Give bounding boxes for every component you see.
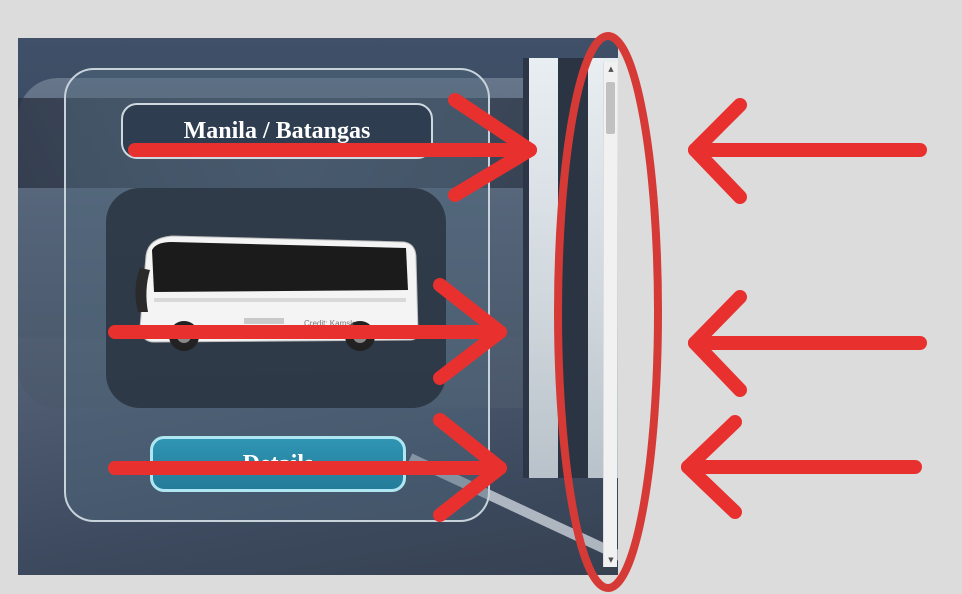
scroll-down-arrow-icon[interactable]: ▼	[604, 553, 618, 567]
route-title-text: Manila / Batangas	[183, 117, 371, 144]
bus-image: Credit: Kamsk	[135, 235, 419, 351]
left-arrow-bottom-icon	[681, 415, 922, 519]
scrollbar-thumb[interactable]	[606, 82, 615, 134]
left-arrow-top-icon	[688, 98, 927, 204]
details-button[interactable]: Details	[150, 436, 406, 492]
background-bus-door-edge	[558, 58, 588, 478]
left-arrow-middle-icon	[688, 290, 927, 397]
bus-watermark: Credit: Kamsk	[304, 319, 355, 328]
scroll-up-arrow-icon[interactable]: ▲	[604, 62, 618, 76]
bus-image-panel: Credit: Kamsk	[106, 188, 446, 408]
vertical-scrollbar[interactable]: ▲ ▼	[603, 62, 617, 567]
details-button-label: Details	[242, 451, 314, 477]
route-title: Manila / Batangas	[121, 103, 433, 159]
page-viewport: Manila / Batangas Credit: Kamsk Details …	[18, 38, 618, 575]
